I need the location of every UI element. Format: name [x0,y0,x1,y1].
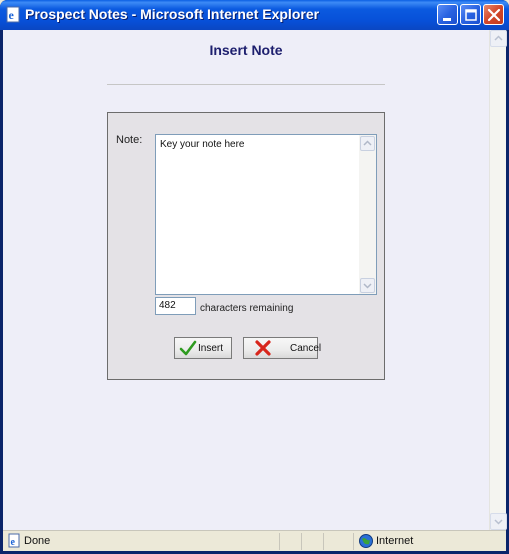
browser-frame: Insert Note Note: Key your note here 482… [3,30,507,551]
chevron-up-icon [363,140,372,146]
checkmark-icon [179,340,197,356]
insert-button[interactable]: Insert [174,337,232,359]
svg-text:e: e [9,8,15,22]
page-scroll-up-button[interactable] [490,30,507,47]
status-text: Done [24,535,51,547]
chevron-down-icon [363,283,372,289]
note-text: Key your note here [160,139,245,150]
window-title: Prospect Notes - Microsoft Internet Expl… [25,6,320,22]
title-bar[interactable]: e Prospect Notes - Microsoft Internet Ex… [0,0,509,30]
page-title: Insert Note [209,42,283,58]
security-zone-label: Internet [376,535,414,547]
close-icon [487,8,501,22]
maximize-button[interactable] [460,4,481,25]
note-panel: Note: Key your note here 482 characters … [107,112,385,380]
note-label: Note: [116,134,143,146]
cancel-button[interactable]: Cancel [243,337,322,359]
globe-icon [358,533,374,554]
note-scrollbar[interactable] [359,135,376,294]
red-x-icon [255,340,271,356]
page-content: Insert Note Note: Key your note here 482… [3,30,489,530]
chevron-down-icon [494,519,503,525]
status-divider [323,533,324,550]
characters-remaining-label: characters remaining [200,303,294,314]
status-divider [353,533,354,550]
status-bar: e Done Internet [3,530,506,551]
page-scrollbar[interactable] [489,30,507,530]
insert-button-label: Insert [198,343,224,354]
characters-remaining-field: 482 [155,297,196,315]
page-scroll-down-button[interactable] [490,513,507,530]
note-scroll-down-button[interactable] [360,278,375,293]
note-scroll-up-button[interactable] [360,136,375,151]
maximize-icon [465,9,477,21]
svg-text:e: e [11,537,16,548]
minimize-icon [443,18,451,21]
note-textarea[interactable]: Key your note here [155,134,377,295]
browser-window: e Prospect Notes - Microsoft Internet Ex… [0,0,509,554]
minimize-button[interactable] [437,4,458,25]
status-divider [279,533,280,550]
chevron-up-icon [494,35,503,41]
status-divider [301,533,302,550]
close-button[interactable] [483,4,504,25]
divider [107,84,385,85]
ie-page-icon: e [5,6,22,23]
cancel-button-label: Cancel [290,343,322,354]
page-done-icon: e [6,533,22,554]
